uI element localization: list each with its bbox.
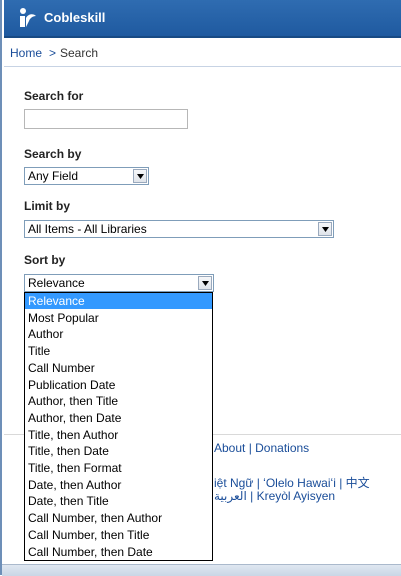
limit-by-select[interactable]: All Items - All Libraries: [24, 220, 334, 238]
search-for-label: Search for: [24, 89, 84, 103]
limit-by-value: All Items - All Libraries: [28, 222, 147, 236]
sort-option[interactable]: Title: [25, 343, 212, 359]
sort-option[interactable]: Title, then Format: [25, 460, 212, 476]
sort-option[interactable]: Author: [25, 326, 212, 342]
search-by-label: Search by: [24, 147, 82, 161]
sort-option[interactable]: Author, then Title: [25, 393, 212, 409]
search-by-select[interactable]: Any Field: [24, 167, 149, 185]
sort-option[interactable]: Title, then Date: [25, 443, 212, 459]
sort-option[interactable]: Call Number, then Author: [25, 510, 212, 526]
search-input[interactable]: [24, 109, 188, 129]
breadcrumb: Home > Search: [4, 38, 401, 67]
sort-option[interactable]: Title, then Author: [25, 427, 212, 443]
breadcrumb-current: Search: [60, 46, 99, 60]
app-title: Cobleskill: [44, 10, 106, 25]
footer-links[interactable]: About | Donations: [214, 441, 309, 455]
sort-option[interactable]: Most Popular: [25, 310, 212, 326]
breadcrumb-separator: >: [49, 46, 57, 60]
sort-by-value: Relevance: [28, 276, 85, 290]
chevron-down-icon[interactable]: [133, 169, 147, 183]
sort-option[interactable]: Relevance: [25, 293, 212, 309]
search-by-value: Any Field: [28, 169, 79, 183]
window-bottom-bar: [2, 564, 401, 576]
sort-option[interactable]: Author, then Date: [25, 410, 212, 426]
limit-by-label: Limit by: [24, 199, 71, 213]
sort-by-dropdown-list[interactable]: Relevance Most Popular Author Title Call…: [24, 292, 213, 561]
chevron-down-icon[interactable]: [318, 222, 332, 236]
app-frame: Cobleskill Home > Search Search for Sear…: [0, 0, 401, 576]
sort-option[interactable]: Call Number, then Title: [25, 527, 212, 543]
sort-option[interactable]: Date, then Author: [25, 477, 212, 493]
sort-option[interactable]: Call Number: [25, 360, 212, 376]
app-header: Cobleskill: [4, 0, 401, 38]
sort-by-select[interactable]: Relevance: [24, 274, 214, 292]
breadcrumb-home-link[interactable]: Home: [10, 46, 42, 60]
language-links-row-2[interactable]: العربية | Kreyòl Ayisyen: [214, 489, 335, 503]
person-logo-icon: [20, 8, 36, 27]
chevron-down-icon[interactable]: [198, 276, 212, 290]
sort-option[interactable]: Date, then Title: [25, 493, 212, 509]
sort-by-label: Sort by: [24, 253, 66, 267]
sort-option[interactable]: Call Number, then Date: [25, 544, 212, 560]
sort-option[interactable]: Publication Date: [25, 377, 212, 393]
